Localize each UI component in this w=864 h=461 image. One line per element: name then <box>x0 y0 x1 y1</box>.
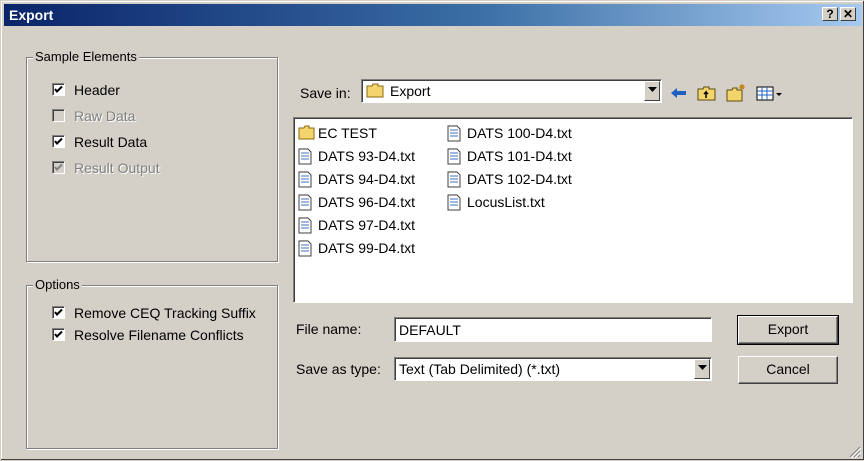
checkmark-icon <box>54 308 63 316</box>
up-folder-icon[interactable] <box>696 83 718 103</box>
checkmark-icon <box>54 137 63 145</box>
chevron-down-icon <box>698 365 707 370</box>
checkbox[interactable] <box>52 328 65 341</box>
checkbox-label: Result Output <box>74 160 160 176</box>
file-name-label: File name: <box>296 321 362 337</box>
checkmark-icon <box>54 330 63 338</box>
help-button[interactable]: ? <box>822 7 838 21</box>
text-file-icon <box>298 148 312 170</box>
checkbox[interactable] <box>52 135 65 148</box>
export-dialog: Export ? ✕ Sample Elements Header Raw Dat… <box>0 0 864 460</box>
title-bar[interactable]: Export ? ✕ <box>4 4 862 26</box>
file-name: DATS 96-D4.txt <box>318 194 415 210</box>
checkmark-icon <box>54 163 63 171</box>
options-title: Options <box>33 277 82 293</box>
checkbox <box>52 161 65 174</box>
file-name: DATS 99-D4.txt <box>318 240 415 256</box>
file-list[interactable]: EC TEST DATS 93-D4.txt DATS 94-D4.txt DATS … <box>293 117 853 303</box>
checkbox-label: Resolve Filename Conflicts <box>74 327 244 343</box>
text-file-icon <box>298 171 312 193</box>
new-folder-icon[interactable] <box>725 83 747 103</box>
checkbox <box>52 109 65 122</box>
checkbox[interactable] <box>52 306 65 319</box>
save-in-combo[interactable]: Export <box>361 79 662 103</box>
save-in-dropdown-button[interactable] <box>644 81 660 101</box>
folder-icon <box>366 83 384 101</box>
checkmark-icon <box>54 85 63 93</box>
view-menu-icon[interactable] <box>755 83 785 103</box>
cancel-button[interactable]: Cancel <box>738 356 838 384</box>
file-name-input[interactable] <box>394 317 712 342</box>
file-name: DATS 102-D4.txt <box>467 171 572 187</box>
back-arrow-icon[interactable] <box>668 83 690 103</box>
file-name: EC TEST <box>318 125 377 141</box>
text-file-icon <box>447 194 461 216</box>
save-as-type-value: Text (Tab Delimited) (*.txt) <box>399 361 561 377</box>
checkbox-label: Header <box>74 82 120 98</box>
file-name: LocusList.txt <box>467 194 545 210</box>
checkbox-label: Remove CEQ Tracking Suffix <box>74 305 256 321</box>
export-button[interactable]: Export <box>737 315 839 345</box>
text-file-icon <box>298 217 312 239</box>
folder-icon <box>298 125 315 145</box>
chevron-down-icon <box>648 87 657 92</box>
save-as-type-combo[interactable]: Text (Tab Delimited) (*.txt) <box>394 357 712 381</box>
text-file-icon <box>298 240 312 262</box>
save-as-type-label: Save as type: <box>296 361 381 377</box>
file-name: DATS 93-D4.txt <box>318 148 415 164</box>
text-file-icon <box>447 148 461 170</box>
checkbox-label: Result Data <box>74 134 148 150</box>
text-file-icon <box>298 194 312 216</box>
text-file-icon <box>447 171 461 193</box>
save-as-type-dropdown-button[interactable] <box>694 359 710 379</box>
file-name: DATS 101-D4.txt <box>467 148 572 164</box>
sample-elements-title: Sample Elements <box>33 49 139 65</box>
save-in-label: Save in: <box>300 85 351 101</box>
close-button[interactable]: ✕ <box>840 7 856 21</box>
checkbox[interactable] <box>52 83 65 96</box>
file-name: DATS 94-D4.txt <box>318 171 415 187</box>
window-title: Export <box>9 7 54 23</box>
resize-grip-icon[interactable] <box>849 445 862 459</box>
file-name: DATS 97-D4.txt <box>318 217 415 233</box>
file-name: DATS 100-D4.txt <box>467 125 572 141</box>
save-in-value: Export <box>390 83 431 99</box>
text-file-icon <box>447 125 461 147</box>
checkbox-label: Raw Data <box>74 108 136 124</box>
